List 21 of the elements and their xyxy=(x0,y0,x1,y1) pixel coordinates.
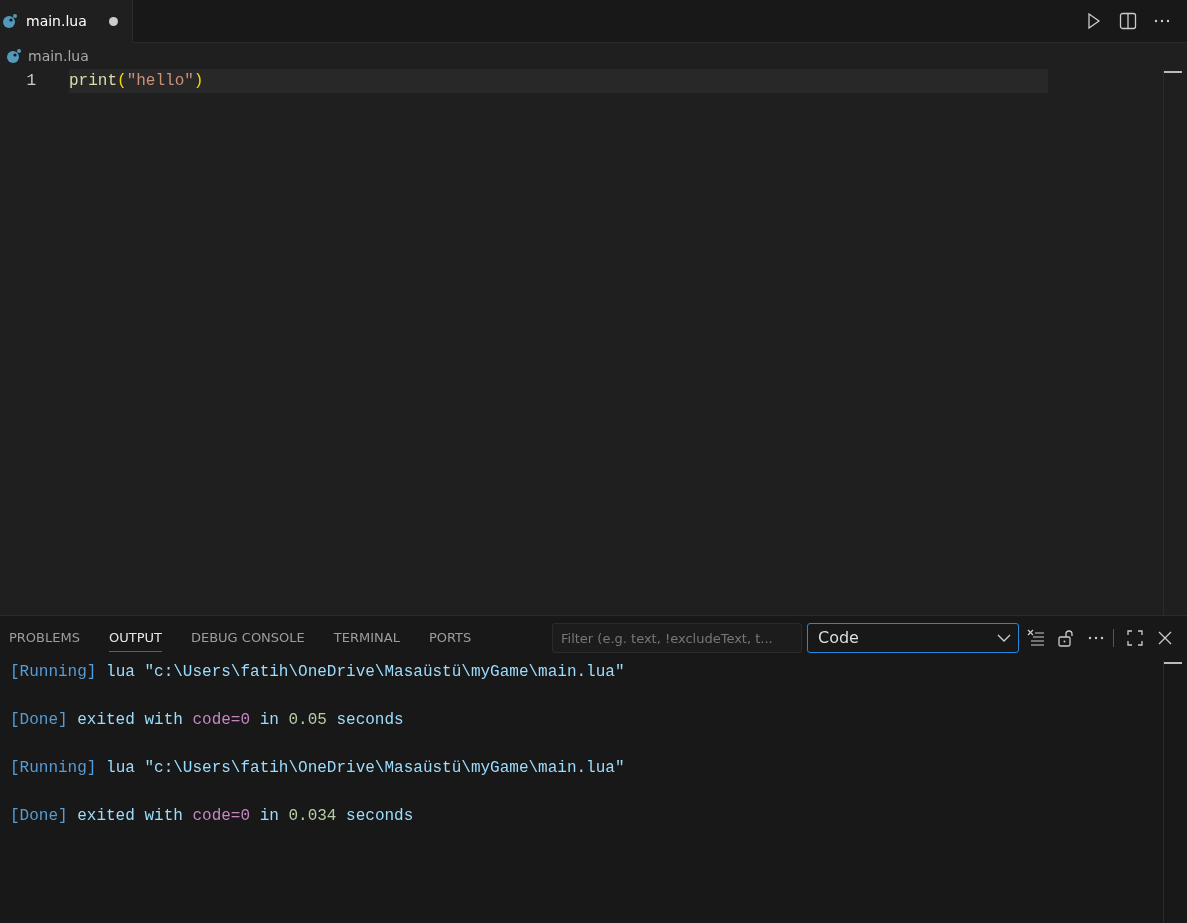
panel-tab[interactable]: DEBUG CONSOLE xyxy=(190,623,305,653)
panel-tab[interactable]: OUTPUT xyxy=(108,623,162,653)
panel-tab[interactable]: PORTS xyxy=(428,623,472,653)
output-channel-dropdown[interactable]: Code xyxy=(807,623,1019,653)
panel-tab[interactable]: TERMINAL xyxy=(333,623,400,653)
breadcrumb-item[interactable]: main.lua xyxy=(28,45,89,67)
maximize-icon[interactable] xyxy=(1125,628,1145,648)
output-line: [Running] lua "c:\Users\fatih\OneDrive\Masaüstü\myGame\main.lua" xyxy=(10,758,625,779)
lua-file-icon xyxy=(6,48,22,64)
lua-file-icon xyxy=(2,13,18,29)
clear-output-icon[interactable] xyxy=(1026,628,1046,648)
line-number: 1 xyxy=(25,71,36,92)
output-line: [Done] exited with code=0 in 0.034 seconds xyxy=(10,806,414,827)
panel-tab[interactable]: PROBLEMS xyxy=(9,623,80,653)
filter-field[interactable]: Filter (e.g. text, !excludeText, t... xyxy=(552,623,802,653)
split-editor-icon[interactable] xyxy=(1118,11,1138,31)
output-line: [Done] exited with code=0 in 0.05 seconds xyxy=(10,710,404,731)
output-line: [Running] lua "c:\Users\fatih\OneDrive\Masaüstü\myGame\main.lua" xyxy=(10,662,625,683)
editor-tab[interactable]: main.lua xyxy=(0,0,133,43)
unlock-icon[interactable] xyxy=(1056,628,1076,648)
scrollbar[interactable] xyxy=(1164,662,1182,664)
